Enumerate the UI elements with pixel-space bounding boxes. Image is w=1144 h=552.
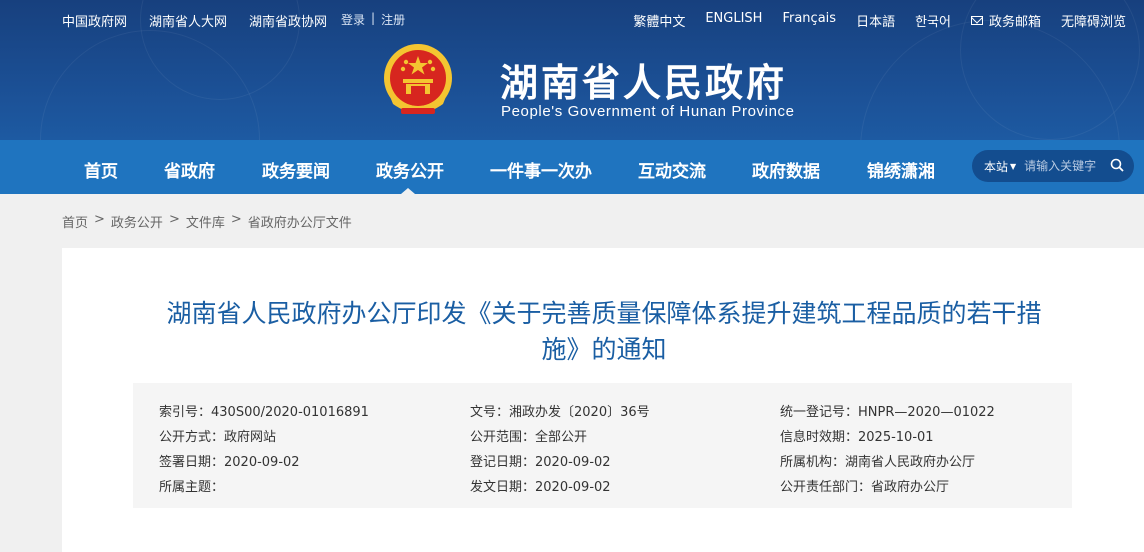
site-subtitle: People's Government of Hunan Province bbox=[501, 103, 795, 120]
nav-item-one-thing-once[interactable]: 一件事一次办 bbox=[490, 157, 592, 182]
accessibility-link[interactable]: 无障碍浏览 bbox=[1061, 11, 1126, 30]
meta-document-number: 文号：湘政办发〔2020〕36号 bbox=[470, 405, 650, 420]
meta-publication-method: 公开方式：政府网站 bbox=[159, 430, 277, 445]
meta-registration-number: 统一登记号：HNPR—2020—01022 bbox=[780, 405, 995, 420]
meta-index-number: 索引号：430S00/2020-01016891 bbox=[159, 405, 369, 420]
login-area: 登录 | 注册 bbox=[341, 11, 405, 28]
meta-issue-date: 发文日期：2020-09-02 bbox=[470, 480, 611, 495]
link-npc-hunan[interactable]: 湖南省人大网 bbox=[149, 11, 227, 30]
site-title: 湖南省人民政府 bbox=[500, 61, 788, 105]
document-title: 湖南省人民政府办公厅印发《关于完善质量保障体系提升建筑工程品质的若干措 施》的通… bbox=[124, 296, 1084, 368]
document-title-line-2: 施》的通知 bbox=[541, 335, 667, 364]
search-icon[interactable] bbox=[1110, 158, 1124, 172]
document-panel: 湖南省人民政府办公厅印发《关于完善质量保障体系提升建筑工程品质的若干措 施》的通… bbox=[62, 248, 1144, 552]
main-nav: 首页 省政府 政务要闻 政务公开 一件事一次办 互动交流 政府数据 锦绣潇湘 本… bbox=[0, 140, 1144, 194]
meta-issuing-agency: 所属机构：湖南省人民政府办公厅 bbox=[780, 455, 976, 470]
breadcrumb: 首页 > 政务公开 > 文件库 > 省政府办公厅文件 bbox=[62, 212, 352, 231]
lang-traditional-chinese[interactable]: 繁體中文 bbox=[633, 11, 685, 30]
national-emblem-icon bbox=[384, 44, 452, 114]
breadcrumb-home[interactable]: 首页 bbox=[62, 212, 88, 231]
document-metadata-table: 索引号：430S00/2020-01016891 文号：湘政办发〔2020〕36… bbox=[133, 383, 1072, 508]
breadcrumb-office-documents[interactable]: 省政府办公厅文件 bbox=[248, 212, 352, 231]
mailbox-label: 政务邮箱 bbox=[988, 15, 1041, 30]
site-header: 中国政府网 湖南省人大网 湖南省政协网 登录 | 注册 繁體中文 ENGLISH… bbox=[0, 0, 1144, 140]
search-box: 本站 ▼ bbox=[972, 150, 1134, 182]
search-scope-select[interactable]: 本站 bbox=[984, 158, 1008, 175]
mailbox-link[interactable]: 政务邮箱 bbox=[970, 11, 1041, 30]
breadcrumb-separator: > bbox=[230, 212, 242, 227]
meta-subject: 所属主题： bbox=[159, 480, 225, 495]
lang-japanese[interactable]: 日本語 bbox=[856, 11, 895, 30]
search-input[interactable] bbox=[1024, 159, 1117, 173]
nav-item-home[interactable]: 首页 bbox=[84, 157, 118, 182]
related-links: 中国政府网 湖南省人大网 湖南省政协网 bbox=[62, 11, 327, 30]
register-link[interactable]: 注册 bbox=[381, 11, 405, 28]
nav-item-provincial-gov[interactable]: 省政府 bbox=[164, 157, 215, 182]
nav-item-interaction[interactable]: 互动交流 bbox=[638, 157, 706, 182]
login-link[interactable]: 登录 bbox=[341, 11, 365, 28]
meta-responsible-department: 公开责任部门：省政府办公厅 bbox=[780, 480, 950, 495]
lang-korean[interactable]: 한국어 bbox=[915, 11, 951, 30]
language-links: 繁體中文 ENGLISH Français 日本語 한국어 政务邮箱 无障碍浏览 bbox=[633, 11, 1126, 30]
lang-english[interactable]: ENGLISH bbox=[705, 11, 762, 30]
nav-item-gov-data[interactable]: 政府数据 bbox=[752, 157, 820, 182]
breadcrumb-document-library[interactable]: 文件库 bbox=[186, 212, 225, 231]
meta-signing-date: 签署日期：2020-09-02 bbox=[159, 455, 300, 470]
chevron-down-icon: ▼ bbox=[1010, 161, 1017, 171]
login-separator: | bbox=[371, 11, 376, 25]
document-title-line-1: 湖南省人民政府办公厅印发《关于完善质量保障体系提升建筑工程品质的若干措 bbox=[166, 299, 1042, 328]
breadcrumb-separator: > bbox=[94, 212, 105, 227]
meta-publication-scope: 公开范围：全部公开 bbox=[470, 430, 588, 445]
top-bar: 中国政府网 湖南省人大网 湖南省政协网 登录 | 注册 繁體中文 ENGLISH… bbox=[0, 0, 1144, 38]
nav-item-news[interactable]: 政务要闻 bbox=[262, 157, 330, 182]
breadcrumb-gov-affairs-open[interactable]: 政务公开 bbox=[111, 212, 163, 231]
breadcrumb-separator: > bbox=[168, 212, 180, 227]
nav-item-hunan-scenery[interactable]: 锦绣潇湘 bbox=[867, 157, 935, 182]
lang-french[interactable]: Français bbox=[782, 11, 836, 30]
nav-item-gov-affairs-open[interactable]: 政务公开 bbox=[376, 157, 444, 182]
mail-icon bbox=[970, 16, 983, 25]
link-gov-cn[interactable]: 中国政府网 bbox=[62, 11, 127, 30]
meta-validity-period: 信息时效期：2025-10-01 bbox=[780, 430, 934, 445]
meta-registration-date: 登记日期：2020-09-02 bbox=[470, 455, 611, 470]
active-nav-indicator bbox=[401, 188, 415, 194]
link-cppcc-hunan[interactable]: 湖南省政协网 bbox=[249, 11, 327, 30]
